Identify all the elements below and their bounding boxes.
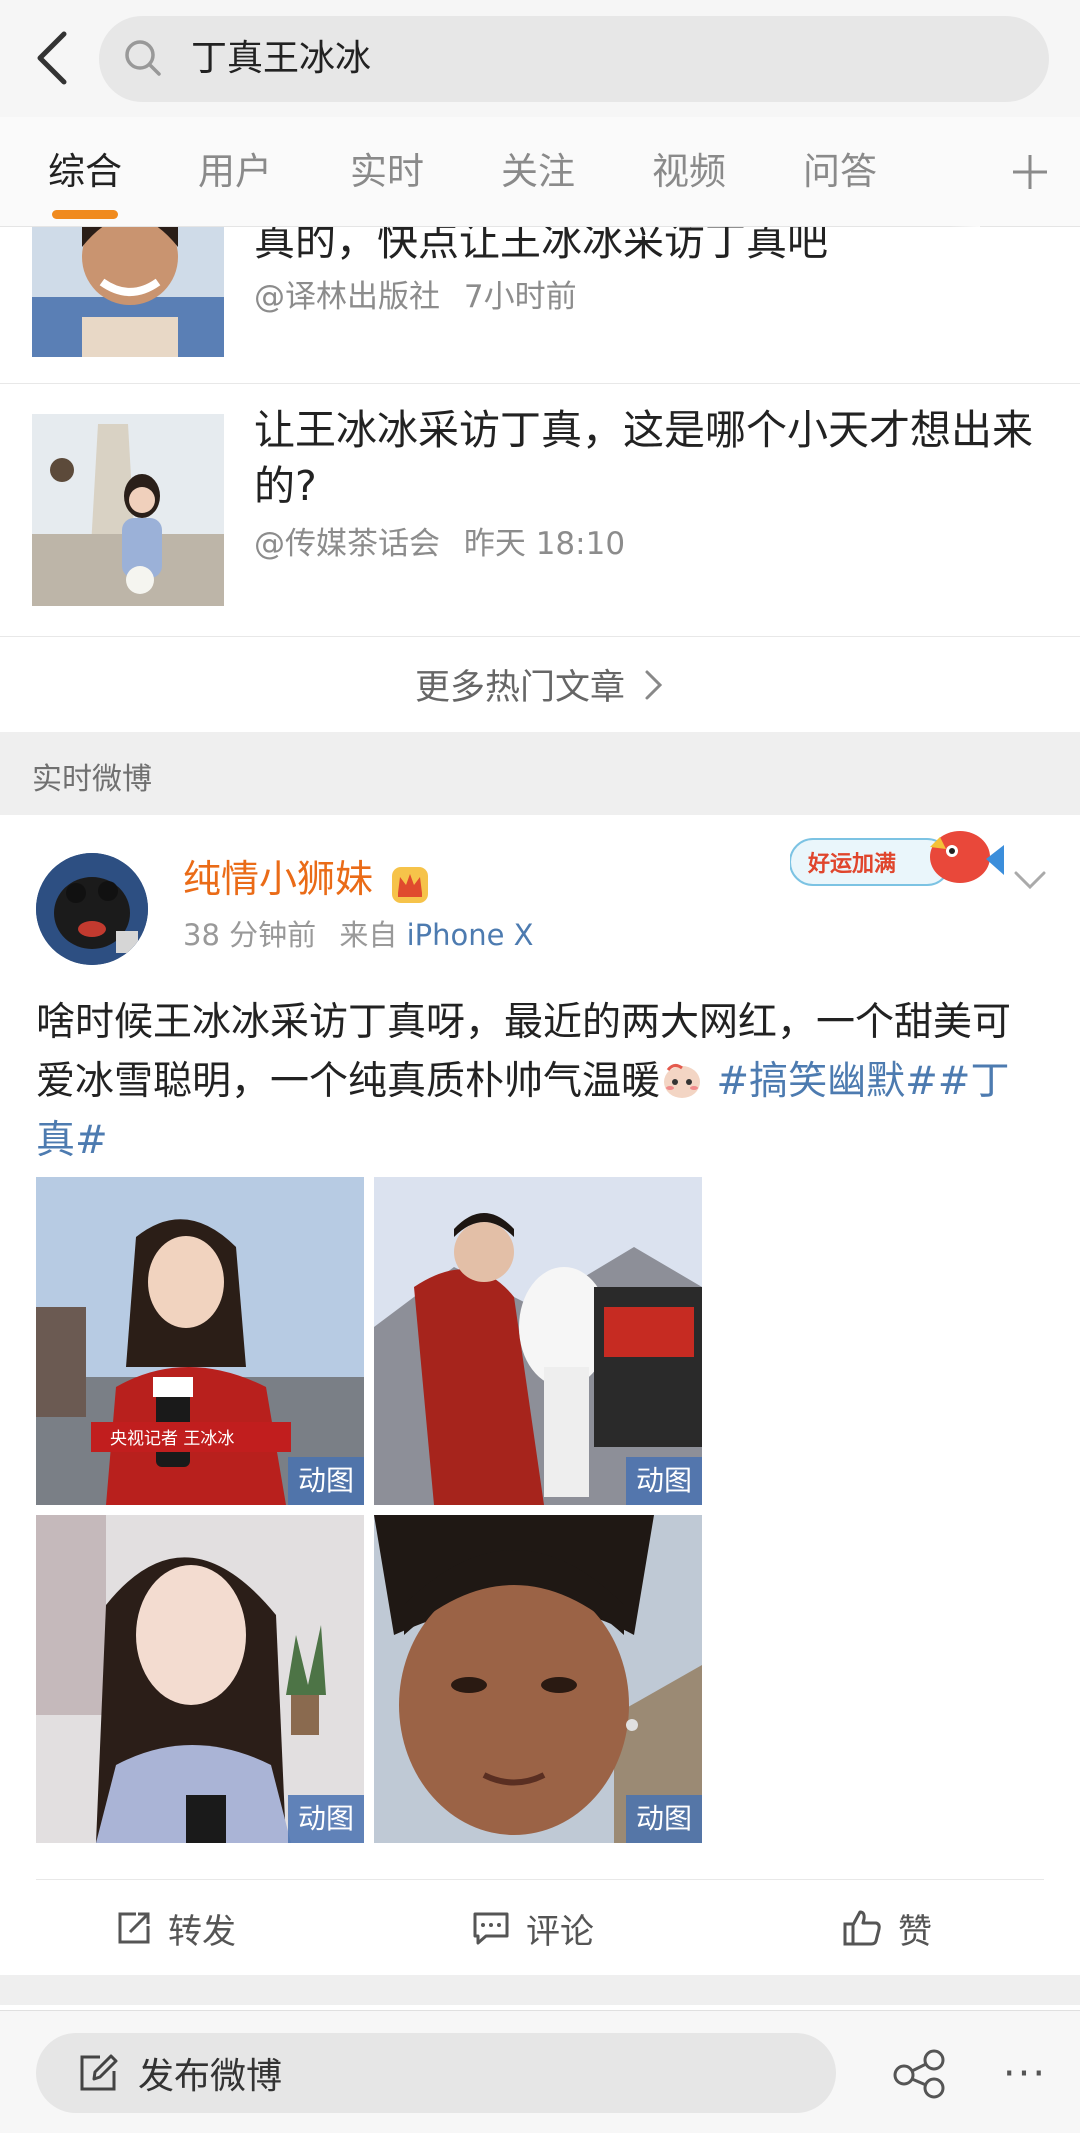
search-bar: 丁真王冰冰 [0, 0, 1080, 117]
tab-realtime[interactable]: 实时 [350, 117, 424, 227]
compose-button[interactable]: 发布微博 [36, 2033, 836, 2113]
comment-icon [473, 1912, 509, 1945]
article-source[interactable]: @译林出版社 [254, 279, 440, 315]
like-button[interactable]: 赞 [842, 1880, 932, 1976]
article-thumbnail [32, 414, 224, 606]
post-image[interactable]: 央视记者 王冰冰 动图 [36, 1177, 364, 1505]
chevron-down-icon[interactable] [1010, 865, 1050, 895]
post-source-prefix: 来自 [339, 918, 398, 952]
repost-icon [118, 1912, 150, 1944]
crown-icon [392, 867, 428, 903]
gif-badge: 动图 [288, 1795, 364, 1843]
more-articles-link[interactable]: 更多热门文章 [0, 637, 1080, 732]
weibo-post: 纯情小狮妹 38 分钟前 来自 iPhone X 好运加满 啥时候王冰冰采访丁真… [0, 815, 1080, 1975]
search-box[interactable]: 丁真王冰冰 [99, 16, 1049, 102]
search-input[interactable]: 丁真王冰冰 [191, 16, 1011, 102]
more-options-button[interactable]: ··· [995, 2049, 1055, 2099]
gif-badge: 动图 [288, 1457, 364, 1505]
post-image[interactable]: 动图 [36, 1515, 364, 1843]
post-device[interactable]: iPhone X [407, 918, 534, 952]
section-title: 实时微博 [32, 762, 152, 797]
gif-badge: 动图 [626, 1457, 702, 1505]
tab-add-button[interactable] [980, 117, 1080, 227]
results-feed: 真的，快点让王冰冰采访丁真吧 @译林出版社 7小时前 让王冰冰采访丁真，这是哪个… [0, 227, 1080, 2040]
post-image[interactable]: 动图 [374, 1177, 702, 1505]
article-item[interactable]: 真的，快点让王冰冰采访丁真吧 @译林出版社 7小时前 [0, 227, 1080, 384]
back-button[interactable] [24, 24, 80, 92]
article-item[interactable]: 让王冰冰采访丁真，这是哪个小天才想出来的? @传媒茶话会 昨天 18:10 [0, 384, 1080, 637]
article-source[interactable]: @传媒茶话会 [254, 526, 440, 562]
article-time: 昨天 18:10 [463, 526, 626, 562]
tab-following[interactable]: 关注 [501, 117, 575, 227]
more-articles-label: 更多热门文章 [414, 668, 625, 708]
tab-bar: 综合 用户 实时 关注 视频 问答 [0, 117, 1080, 227]
image-grid: 央视记者 王冰冰 动图 动图 动图 动图 [36, 1177, 706, 1847]
tab-video[interactable]: 视频 [652, 117, 726, 227]
article-meta: @译林出版社 7小时前 [254, 271, 577, 316]
article-title: 真的，快点让王冰冰采访丁真吧 [254, 227, 828, 265]
chevron-right-icon [645, 670, 663, 699]
post-image[interactable]: 动图 [374, 1515, 702, 1843]
article-meta: @传媒茶话会 昨天 18:10 [254, 518, 625, 563]
chevron-left-icon [37, 31, 67, 85]
section-header: 实时微博 [0, 732, 1080, 815]
article-thumbnail [32, 227, 224, 357]
post-time: 38 分钟前 [183, 918, 317, 952]
bottom-bar: 发布微博 ··· [0, 2010, 1080, 2133]
tab-users[interactable]: 用户 [198, 117, 272, 227]
comment-button[interactable]: 评论 [472, 1880, 594, 1976]
compose-label: 发布微博 [138, 2056, 283, 2097]
repost-label: 转发 [168, 1911, 236, 1952]
avatar[interactable] [36, 853, 148, 965]
article-title: 让王冰冰采访丁真，这是哪个小天才想出来的? [254, 406, 1033, 510]
gif-badge: 动图 [626, 1795, 702, 1843]
tab-qa[interactable]: 问答 [803, 117, 877, 227]
image-caption: 央视记者 王冰冰 [110, 1429, 234, 1449]
share-icon[interactable] [890, 2049, 950, 2099]
author-name[interactable]: 纯情小狮妹 [183, 853, 373, 905]
repost-button[interactable]: 转发 [116, 1880, 236, 1976]
comment-label: 评论 [526, 1911, 594, 1952]
article-time: 7小时前 [463, 279, 577, 315]
post-actions: 转发 评论 赞 [36, 1879, 1044, 1975]
like-label: 赞 [898, 1911, 932, 1952]
post-meta: 38 分钟前 来自 iPhone X [183, 915, 534, 955]
plus-icon [1013, 155, 1047, 189]
feed-divider [0, 1975, 1080, 2005]
search-icon [125, 40, 161, 76]
thumbs-up-icon [843, 1910, 881, 1946]
edit-icon [80, 2054, 118, 2091]
active-tab-indicator [52, 210, 118, 219]
post-body: 啥时候王冰冰采访丁真呀，最近的两大网红，一个甜美可爱冰雪聪明，一个纯真质朴帅气温… [36, 993, 1046, 1170]
shy-emoji-icon [664, 1063, 701, 1098]
badge-text: 好运加满 [807, 851, 896, 877]
good-luck-badge[interactable]: 好运加满 [789, 819, 1010, 899]
